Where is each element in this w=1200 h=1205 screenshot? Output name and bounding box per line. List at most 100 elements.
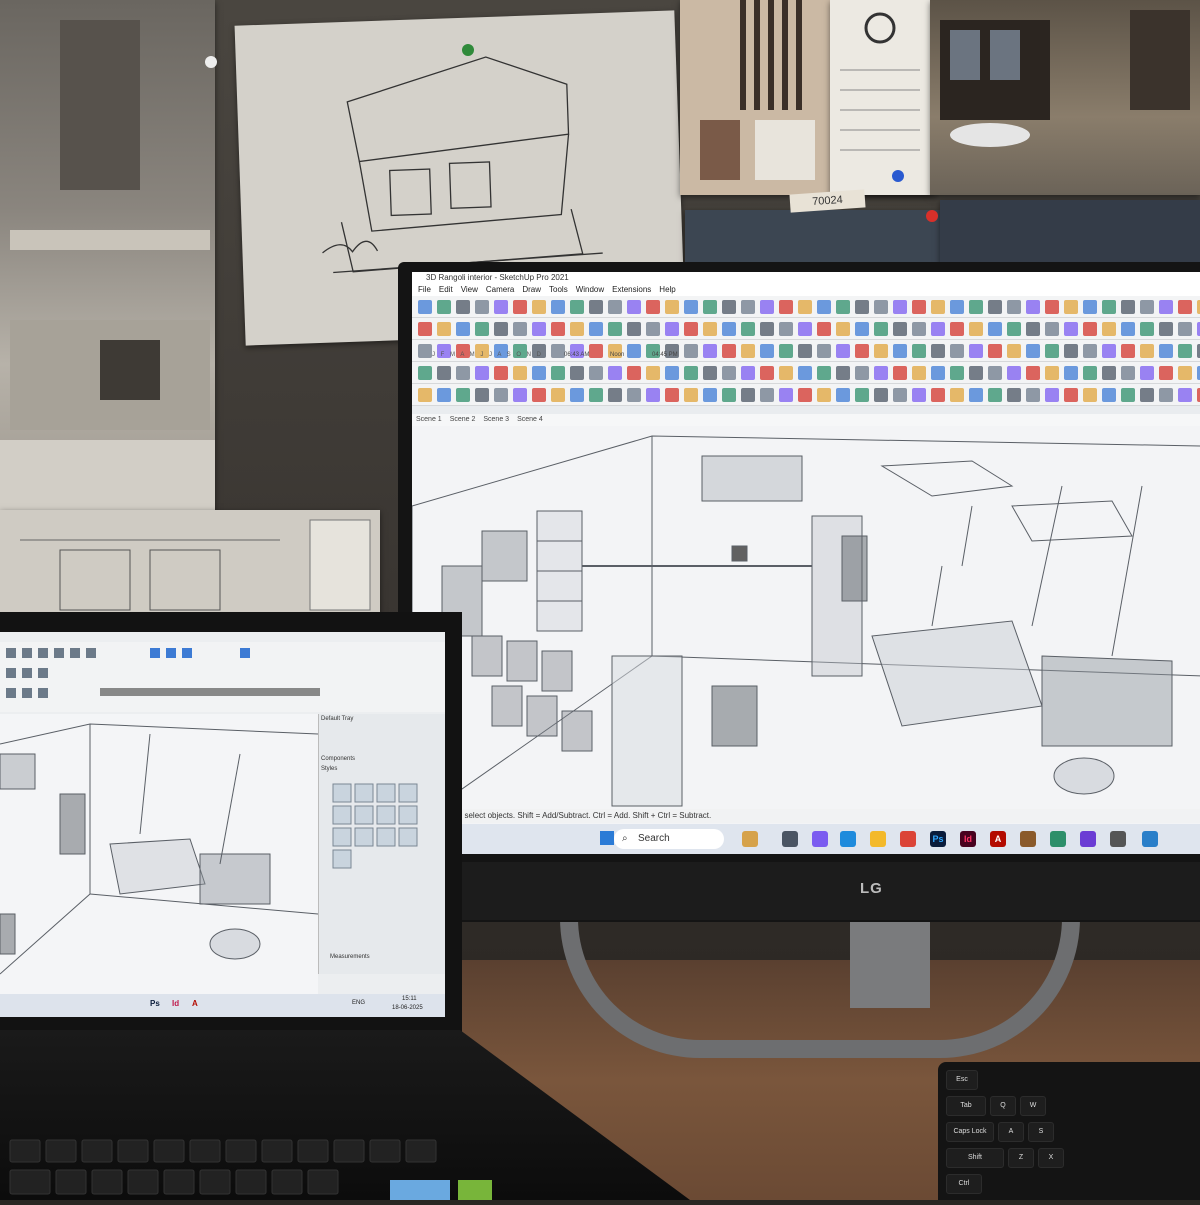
toolbar-tool-icon[interactable] [836, 321, 850, 336]
toolbar-tool-icon[interactable] [855, 299, 869, 314]
components-panel-label[interactable]: Components [319, 754, 445, 764]
sketchup-icon[interactable] [1142, 831, 1158, 847]
key-tab[interactable]: Tab [946, 1096, 986, 1116]
windows-start-icon[interactable] [600, 831, 614, 845]
toolbar-tool-icon[interactable] [893, 387, 907, 402]
toolbar-tool-icon[interactable] [817, 365, 831, 380]
toolbar-tool-icon[interactable] [1026, 299, 1040, 314]
toolbar-tool-icon[interactable] [1121, 365, 1135, 380]
tab-scene-2[interactable]: Scene 2 [450, 414, 476, 426]
toolbar-tool-icon[interactable] [855, 321, 869, 336]
toolbar-tool-icon[interactable] [741, 343, 755, 358]
toolbar-tool-icon[interactable] [1064, 321, 1078, 336]
toolbar-tool-icon[interactable] [1026, 321, 1040, 336]
toolbar-tool-icon[interactable] [684, 387, 698, 402]
toolbar-tool-icon[interactable] [532, 387, 546, 402]
toolbar-tool-icon[interactable] [608, 387, 622, 402]
vray-icon[interactable] [1110, 831, 1126, 847]
toolbar-tool-icon[interactable] [950, 321, 964, 336]
model-viewport[interactable] [412, 426, 1200, 824]
toolbar-tool-icon[interactable] [950, 365, 964, 380]
toolbar-tool-icon[interactable] [779, 387, 793, 402]
styles-panel-label[interactable]: Styles [319, 764, 445, 774]
toolbar-tool-icon[interactable] [722, 343, 736, 358]
toolbar-tool-icon[interactable] [874, 387, 888, 402]
toolbar-tool-icon[interactable] [703, 365, 717, 380]
toolbar-tool-icon[interactable] [1102, 299, 1116, 314]
indesign-icon[interactable]: Id [960, 831, 976, 847]
toolbar-tool-icon[interactable] [703, 321, 717, 336]
toolbar-tool-icon[interactable] [551, 387, 565, 402]
toolbar-tool-icon[interactable] [1007, 299, 1021, 314]
toolbar-tool-icon[interactable] [646, 387, 660, 402]
laptop-indesign-icon[interactable]: Id [172, 999, 179, 1008]
toolbar-tool-icon[interactable] [760, 299, 774, 314]
toolbar-tool-icon[interactable] [703, 387, 717, 402]
toolbar-tool-icon[interactable] [741, 387, 755, 402]
key-a[interactable]: A [998, 1122, 1024, 1142]
toolbar-tool-icon[interactable] [893, 365, 907, 380]
toolbar-tool-icon[interactable] [1083, 365, 1097, 380]
laptop-autocad-icon[interactable]: A [192, 999, 198, 1008]
toolbar-tool-icon[interactable] [456, 299, 470, 314]
toolbar-tool-icon[interactable] [703, 343, 717, 358]
toolbar-tool-icon[interactable] [722, 299, 736, 314]
toolbar-tool-icon[interactable] [418, 321, 432, 336]
toolbar-tool-icon[interactable] [1064, 387, 1078, 402]
toolbar-tool-icon[interactable] [1159, 343, 1173, 358]
menu-help[interactable]: Help [659, 284, 675, 296]
menu-file[interactable]: File [418, 284, 431, 296]
menu-extensions[interactable]: Extensions [612, 284, 651, 296]
menu-edit[interactable]: Edit [439, 284, 453, 296]
toolbar-tool-icon[interactable] [1102, 365, 1116, 380]
toolbar-tool-icon[interactable] [627, 321, 641, 336]
toolbar-tool-icon[interactable] [760, 321, 774, 336]
toolbar-tool-icon[interactable] [1121, 387, 1135, 402]
toolbar-tool-icon[interactable] [570, 321, 584, 336]
toolbar-tool-icon[interactable] [969, 387, 983, 402]
laptop-photoshop-icon[interactable]: Ps [150, 999, 160, 1008]
toolbar-tool-icon[interactable] [1102, 387, 1116, 402]
copilot-icon[interactable] [812, 831, 828, 847]
toolbar-tool-icon[interactable] [1140, 343, 1154, 358]
toolbar-tool-icon[interactable] [494, 299, 508, 314]
toolbar-tool-icon[interactable] [874, 343, 888, 358]
toolbar-tool-icon[interactable] [1026, 365, 1040, 380]
toolbar-tool-icon[interactable] [1064, 365, 1078, 380]
toolbar-tool-icon[interactable] [1159, 299, 1173, 314]
toolbar-tool-icon[interactable] [1102, 321, 1116, 336]
toolbar-tool-icon[interactable] [684, 299, 698, 314]
toolbar-tool-icon[interactable] [1121, 343, 1135, 358]
train-widget-icon[interactable] [742, 831, 758, 847]
toolbar-tool-icon[interactable] [551, 343, 565, 358]
toolbar-tool-icon[interactable] [608, 321, 622, 336]
toolbar-tool-icon[interactable] [798, 365, 812, 380]
toolbar-tool-icon[interactable] [855, 365, 869, 380]
file-explorer-icon[interactable] [870, 831, 886, 847]
toolbar-tool-icon[interactable] [456, 365, 470, 380]
toolbar-tool-icon[interactable] [760, 343, 774, 358]
toolbar-tool-icon[interactable] [570, 365, 584, 380]
toolbar-tool-icon[interactable] [494, 365, 508, 380]
sketchup-extension-icon[interactable] [1050, 831, 1066, 847]
toolbar-tool-icon[interactable] [912, 321, 926, 336]
toolbar-tool-icon[interactable] [627, 299, 641, 314]
toolbar-tool-icon[interactable] [912, 299, 926, 314]
p-app-icon[interactable] [1080, 831, 1096, 847]
toolbar-tool-icon[interactable] [1045, 299, 1059, 314]
key-esc[interactable]: Esc [946, 1070, 978, 1090]
toolbar-tool-icon[interactable] [437, 387, 451, 402]
toolbar-tool-icon[interactable] [1140, 321, 1154, 336]
toolbar-tool-icon[interactable] [969, 321, 983, 336]
toolbar-tool-icon[interactable] [570, 299, 584, 314]
toolbar-tool-icon[interactable] [437, 365, 451, 380]
toolbar-tool-icon[interactable] [1045, 365, 1059, 380]
toolbar-tool-icon[interactable] [1178, 343, 1192, 358]
toolbar-tool-icon[interactable] [589, 299, 603, 314]
toolbar-tool-icon[interactable] [931, 299, 945, 314]
toolbar-tool-icon[interactable] [551, 299, 565, 314]
toolbar-tool-icon[interactable] [532, 321, 546, 336]
toolbar-tool-icon[interactable] [532, 365, 546, 380]
toolbar-tool-icon[interactable] [1178, 321, 1192, 336]
toolbar-tool-icon[interactable] [1178, 299, 1192, 314]
